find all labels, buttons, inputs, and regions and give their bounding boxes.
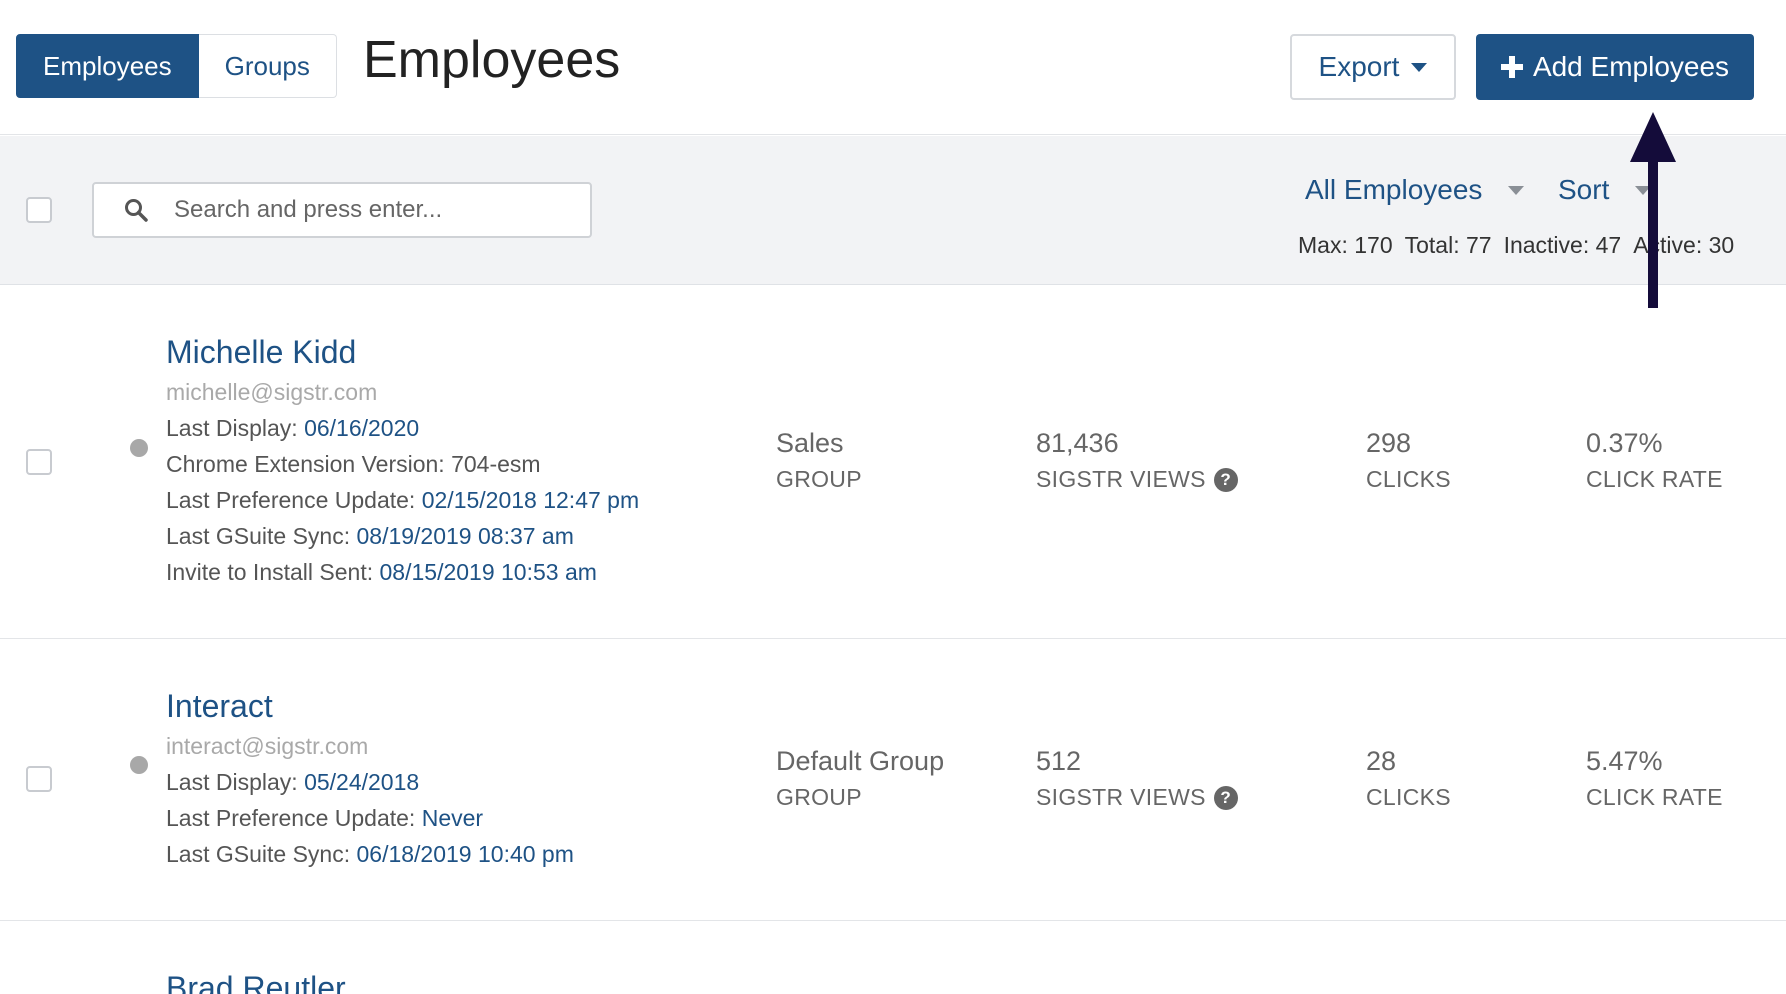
clicks-value: 298 [1366,428,1412,458]
view-tabs: Employees Groups [16,34,337,98]
group-label: GROUP [776,784,862,810]
stat-inactive: Inactive: 47 [1503,232,1622,258]
add-employees-button[interactable]: Add Employees [1476,34,1754,100]
search-icon [125,199,148,222]
stat-total: Total: 77 [1404,232,1492,258]
question-circle-icon[interactable]: ? [1213,467,1238,492]
click-rate-value: 5.47% [1586,746,1663,776]
stat-max: Max: 170 [1298,232,1393,258]
search-input[interactable] [174,192,574,228]
plus-icon [1500,56,1523,78]
detail-last-display: Last Display: 06/16/2020 [166,415,420,441]
detail-last-preference-update: Last Preference Update: 02/15/2018 12:47… [166,487,640,513]
list-toolbar: All Employees Sort Max: 170 Total: 77 In… [0,136,1786,285]
sort-label: Sort [1558,174,1610,205]
row-checkbox[interactable] [26,449,52,475]
search-box [92,182,592,238]
select-all-checkbox[interactable] [26,197,52,223]
click-rate-value: 0.37% [1586,428,1663,458]
caret-down-icon [1508,185,1525,195]
employee-row[interactable]: Brad Reutler [0,922,1786,994]
row-checkbox[interactable] [26,766,52,792]
click-rate-label: CLICK RATE [1586,466,1723,492]
status-dot [130,756,148,774]
employee-filter-dropdown[interactable]: All Employees [1305,174,1525,206]
add-employees-button-label: Add Employees [1532,51,1730,82]
employee-email: michelle@sigstr.com [166,379,378,405]
detail-invite-sent: Invite to Install Sent: 08/15/2019 10:53… [166,559,597,585]
clicks-label: CLICKS [1366,784,1451,810]
employee-filter-label: All Employees [1305,174,1483,205]
detail-last-gsuite-sync: Last GSuite Sync: 08/19/2019 08:37 am [166,523,574,549]
employee-name-link[interactable]: Brad Reutler [166,970,346,994]
views-value: 512 [1036,746,1082,776]
tab-employees[interactable]: Employees [16,34,199,98]
employee-row[interactable]: Interact interact@sigstr.com Last Displa… [0,640,1786,921]
employee-row[interactable]: Michelle Kidd michelle@sigstr.com Last D… [0,286,1786,639]
employee-email: interact@sigstr.com [166,733,369,759]
views-value: 81,436 [1036,428,1119,458]
group-value: Default Group [776,746,945,776]
views-label: SIGSTR VIEWS? [1036,466,1238,493]
group-label: GROUP [776,466,862,492]
annotation-arrow-icon [1630,112,1676,308]
page-header: Employees Groups Employees Export Add Em… [0,0,1786,135]
question-circle-icon[interactable]: ? [1213,785,1238,810]
detail-last-preference-update: Last Preference Update: Never [166,805,484,831]
clicks-label: CLICKS [1366,466,1451,492]
detail-last-gsuite-sync: Last GSuite Sync: 06/18/2019 10:40 pm [166,841,574,867]
detail-chrome-extension: Chrome Extension Version: 704-esm [166,451,541,477]
views-label: SIGSTR VIEWS? [1036,784,1238,811]
detail-last-display: Last Display: 05/24/2018 [166,769,420,795]
group-value: Sales [776,428,844,458]
caret-down-icon [1411,62,1428,72]
export-button-label: Export [1318,51,1400,82]
employee-name-link[interactable]: Interact [166,688,273,725]
clicks-value: 28 [1366,746,1397,776]
employee-name-link[interactable]: Michelle Kidd [166,334,356,371]
page-title: Employees [363,31,621,89]
export-button[interactable]: Export [1290,34,1456,100]
status-dot [130,439,148,457]
tab-groups[interactable]: Groups [198,34,337,98]
click-rate-label: CLICK RATE [1586,784,1723,810]
